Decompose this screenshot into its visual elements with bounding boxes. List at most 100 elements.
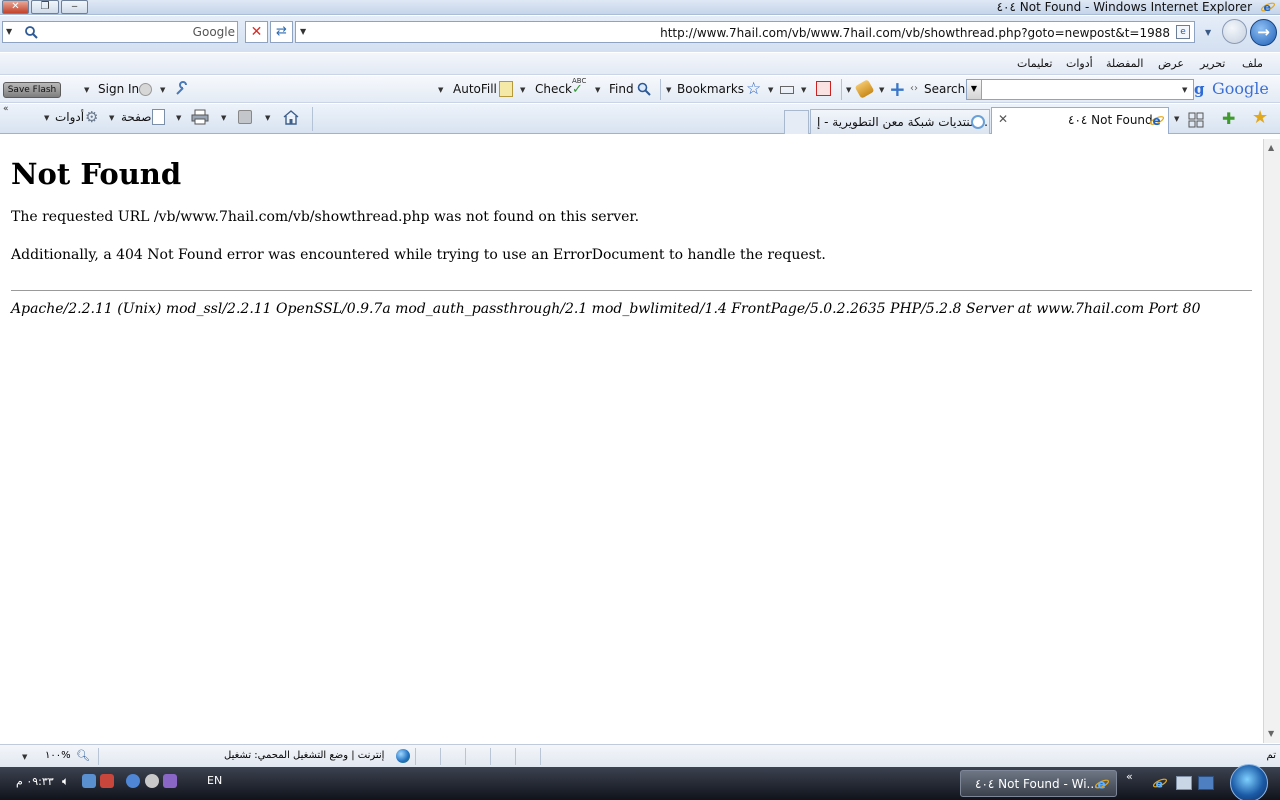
tray-utility-icon[interactable] xyxy=(163,774,177,788)
security-zone[interactable]: إنترنت | وضع التشغيل المحمي: تشغيل xyxy=(224,750,384,761)
network-icon[interactable] xyxy=(82,774,96,788)
favorites-center-icon[interactable]: ★ xyxy=(1252,107,1268,128)
printer-icon[interactable] xyxy=(191,109,209,125)
wrench-icon[interactable] xyxy=(174,81,190,97)
close-tab-icon[interactable]: ✕ xyxy=(998,112,1008,126)
quick-launch-chevron-icon[interactable]: « xyxy=(1126,770,1133,783)
print-dropdown-icon[interactable]: ▼ xyxy=(176,114,181,122)
search-icon[interactable] xyxy=(23,23,39,41)
scroll-up-icon[interactable]: ▲ xyxy=(1268,143,1274,152)
account-status-icon xyxy=(139,83,152,96)
toolbar-separator xyxy=(841,79,842,100)
restore-window-button[interactable]: ❐ xyxy=(31,0,59,14)
forward-button[interactable]: → xyxy=(1250,19,1277,46)
messenger-icon[interactable] xyxy=(126,774,140,788)
search-provider-dropdown-icon[interactable]: ▼ xyxy=(6,27,12,36)
menu-favorites[interactable]: المفضلة xyxy=(1106,57,1143,70)
tag-dropdown-icon[interactable]: ▼ xyxy=(846,86,851,94)
zoom-dropdown-icon[interactable]: ▼ xyxy=(22,753,27,761)
menu-tools[interactable]: أدوات xyxy=(1066,57,1093,70)
add-favorite-icon[interactable]: ✚ xyxy=(1222,109,1235,128)
tools-command-button[interactable]: أدوات xyxy=(55,110,84,124)
account-dropdown-icon[interactable]: ▼ xyxy=(160,86,165,94)
scroll-down-icon[interactable]: ▼ xyxy=(1268,729,1274,738)
menu-edit[interactable]: تحرير xyxy=(1200,57,1225,70)
google-search-dropdown[interactable]: ▼ xyxy=(966,79,982,100)
back-button[interactable] xyxy=(1222,19,1247,44)
url-history-dropdown-icon[interactable]: ▼ xyxy=(300,27,306,36)
tag-icon[interactable] xyxy=(854,79,875,99)
vertical-scrollbar[interactable]: ▲ ▼ xyxy=(1263,139,1280,743)
url-field[interactable]: ▼ http://www.7hail.com/vb/www.7hail.com/… xyxy=(295,21,1195,43)
zoom-icon[interactable]: 🔍︎ xyxy=(76,749,90,762)
url-text[interactable]: http://www.7hail.com/vb/www.7hail.com/vb… xyxy=(660,26,1170,40)
language-indicator[interactable]: EN xyxy=(207,774,222,787)
clock[interactable]: ٠٩:٣٣ م xyxy=(16,775,54,788)
find-dropdown-icon[interactable]: ▼ xyxy=(595,86,600,94)
sign-in-button[interactable]: Sign In xyxy=(98,82,139,96)
command-bar-chevron-icon[interactable]: « xyxy=(3,104,9,114)
quick-launch-ie-icon[interactable]: e xyxy=(1152,776,1168,790)
tab-not-found-label: ٤٠٤ Not Found xyxy=(1068,113,1153,127)
sign-in-dropdown-icon[interactable]: ▼ xyxy=(84,86,89,94)
rss-feed-icon[interactable] xyxy=(238,110,252,124)
check-dropdown-icon[interactable]: ▼ xyxy=(520,86,525,94)
search-button[interactable]: Search xyxy=(924,82,965,96)
status-separator xyxy=(440,748,441,765)
loading-icon xyxy=(971,115,985,129)
home-dropdown-icon[interactable]: ▼ xyxy=(265,114,270,122)
star-dropdown-icon[interactable]: ▼ xyxy=(768,86,773,94)
find-button[interactable]: Find xyxy=(609,82,634,96)
menu-help[interactable]: تعليمات xyxy=(1017,57,1052,70)
taskbar-window-button[interactable]: ٤٠٤ Not Found - Wi... e xyxy=(960,770,1117,797)
quick-tabs-icon[interactable] xyxy=(1188,112,1204,128)
status-separator xyxy=(515,748,516,765)
user-icon[interactable] xyxy=(145,774,159,788)
bookmarks-button[interactable]: Bookmarks xyxy=(677,82,744,96)
tab-not-found[interactable]: ✕ ٤٠٤ Not Found e xyxy=(991,107,1169,134)
recent-pages-dropdown-icon[interactable]: ▼ xyxy=(1205,28,1211,37)
close-window-button[interactable]: ✕ xyxy=(2,0,29,14)
tray-app-icon[interactable] xyxy=(100,774,114,788)
start-button[interactable] xyxy=(1230,764,1268,800)
tools-dropdown-icon[interactable]: ▼ xyxy=(44,114,49,122)
autofill-icon xyxy=(499,81,513,97)
quick-launch-desktop-icon[interactable] xyxy=(1176,776,1192,790)
save-flash-button[interactable]: Save Flash xyxy=(3,82,61,98)
google-search-history-icon[interactable]: ▼ xyxy=(1182,86,1187,94)
zoom-level[interactable]: ١٠٠% xyxy=(45,750,71,761)
new-tab-button[interactable] xyxy=(784,110,809,134)
search-placeholder: Google xyxy=(192,25,235,39)
server-signature: Apache/2.2.11 (Unix) mod_ssl/2.2.11 Open… xyxy=(11,301,1201,317)
search-box[interactable]: ▼ Google xyxy=(2,21,238,43)
tab-list-dropdown-icon[interactable]: ▼ xyxy=(1174,115,1179,123)
window-title: ٤٠٤ Not Found - Windows Internet Explore… xyxy=(996,0,1252,14)
page-command-button[interactable]: صفحة xyxy=(121,110,151,124)
spell-check-button[interactable]: Check xyxy=(535,82,572,96)
gear-icon: ⚙ xyxy=(85,108,99,126)
blocked-icon[interactable] xyxy=(816,81,831,96)
page-dropdown-icon[interactable]: ▼ xyxy=(109,114,114,122)
menu-file[interactable]: ملف xyxy=(1242,57,1263,70)
google-g-icon[interactable]: g xyxy=(1194,80,1205,98)
popup-blocker-icon[interactable] xyxy=(780,86,794,94)
volume-icon[interactable]: 🔈︎ xyxy=(62,774,69,789)
google-search-input[interactable] xyxy=(966,79,1194,100)
autofill-button[interactable]: AutoFill xyxy=(453,82,497,96)
drag-handle-icon[interactable]: ‹› xyxy=(910,83,918,94)
bookmarks-dropdown-icon[interactable]: ▼ xyxy=(666,86,671,94)
quick-launch-switch-windows-icon[interactable] xyxy=(1198,776,1214,790)
plus-dropdown-icon[interactable]: ▼ xyxy=(879,86,884,94)
tab-forum[interactable]: منتديات شبكة معن التطويرية - إ... xyxy=(810,109,990,134)
add-button-icon[interactable]: + xyxy=(889,77,906,101)
status-separator xyxy=(540,748,541,765)
stop-button[interactable]: ✕ xyxy=(245,21,268,43)
popup-dropdown-icon[interactable]: ▼ xyxy=(801,86,806,94)
menu-view[interactable]: عرض xyxy=(1158,57,1184,70)
refresh-button[interactable]: ⇄ xyxy=(270,21,293,43)
feeds-dropdown-icon[interactable]: ▼ xyxy=(221,114,226,122)
minimize-window-button[interactable]: ‒ xyxy=(61,0,88,14)
star-icon[interactable]: ☆ xyxy=(746,79,761,99)
home-icon[interactable] xyxy=(282,109,300,125)
autofill-dropdown-icon[interactable]: ▼ xyxy=(438,86,443,94)
